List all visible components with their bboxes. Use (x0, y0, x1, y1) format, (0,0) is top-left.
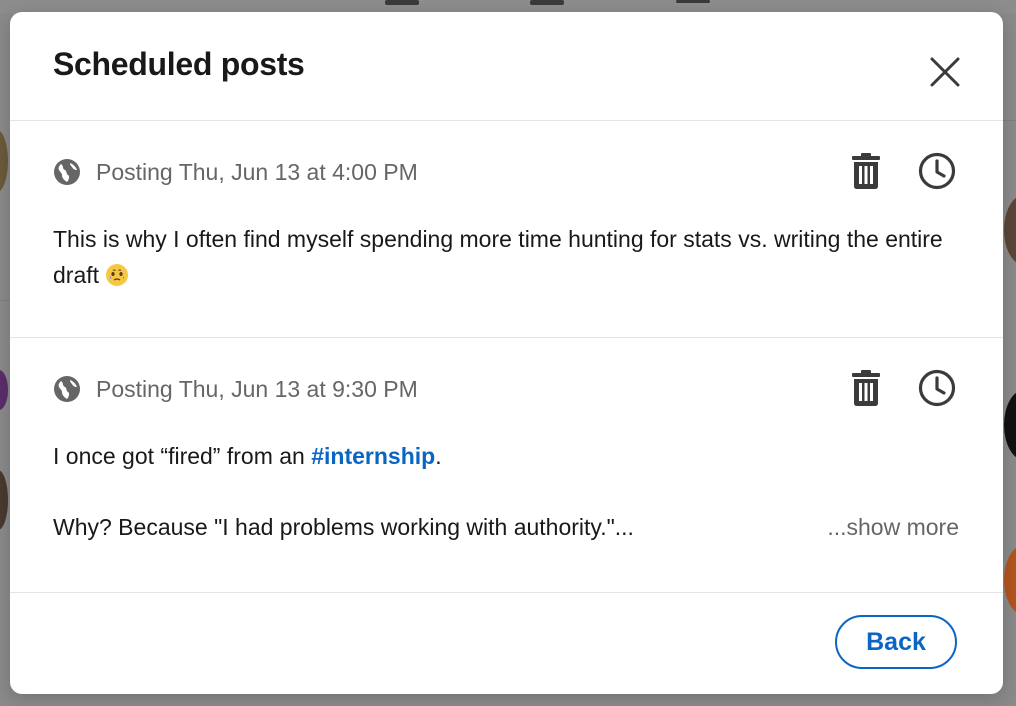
hashtag-link[interactable]: #internship (311, 443, 435, 469)
background-divider (0, 300, 10, 301)
dialog-title: Scheduled posts (53, 46, 305, 82)
background-avatar (1004, 390, 1016, 460)
scheduled-post: Posting Thu, Jun 13 at 4:00 PM This is w… (10, 121, 1003, 338)
delete-post-button[interactable] (848, 151, 884, 191)
posting-time: Posting Thu, Jun 13 at 4:00 PM (96, 158, 418, 185)
post-meta: Posting Thu, Jun 13 at 9:30 PM (53, 374, 418, 404)
post-meta: Posting Thu, Jun 13 at 4:00 PM (53, 157, 418, 187)
post-text: Why? Because "I had problems working wit… (53, 514, 634, 540)
background-nav-icon (676, 0, 710, 3)
background-avatar (1004, 545, 1016, 615)
background-nav-icon (530, 0, 564, 5)
posting-time: Posting Thu, Jun 13 at 9:30 PM (96, 375, 418, 402)
globe-icon (54, 159, 80, 185)
globe-icon (54, 376, 80, 402)
post-text: . (435, 443, 442, 469)
post-body: This is why I often find myself spending… (53, 221, 973, 293)
post-text: This is why I often find myself spending… (53, 226, 943, 288)
trash-icon (852, 370, 880, 406)
reschedule-post-button[interactable] (917, 151, 957, 191)
background-divider (1003, 120, 1016, 121)
close-button[interactable] (923, 50, 967, 94)
back-button[interactable]: Back (835, 615, 957, 669)
background-avatar (0, 370, 8, 410)
dialog-header: Scheduled posts (10, 12, 1003, 121)
scheduled-post: Posting Thu, Jun 13 at 9:30 PM I once go… (10, 338, 1003, 593)
clock-icon (918, 369, 956, 407)
show-more-link[interactable]: ...show more (827, 509, 959, 545)
reschedule-post-button[interactable] (917, 368, 957, 408)
scheduled-posts-dialog: Scheduled posts Posting Thu, Jun 13 at 4… (10, 12, 1003, 694)
clock-icon (918, 152, 956, 190)
background-avatar (0, 470, 8, 530)
close-icon (930, 57, 960, 87)
post-text: I once got “fired” from an (53, 443, 312, 469)
background-avatar (0, 130, 8, 192)
background-nav-icon (385, 0, 419, 5)
trash-icon (852, 153, 880, 189)
delete-post-button[interactable] (848, 368, 884, 408)
post-body-line: I once got “fired” from an #internship. (53, 438, 973, 474)
face-holding-back-tears-icon (106, 264, 129, 286)
background-avatar (1004, 195, 1016, 265)
